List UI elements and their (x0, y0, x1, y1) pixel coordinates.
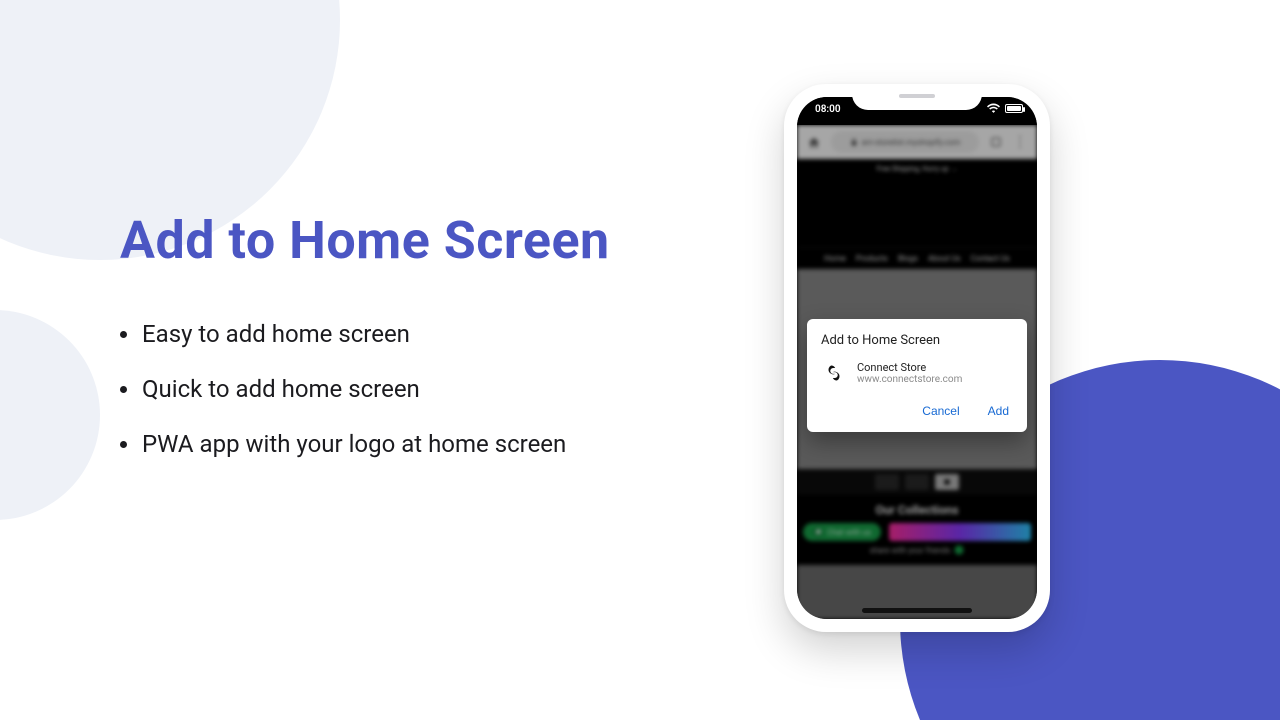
cancel-button[interactable]: Cancel (920, 400, 961, 422)
phone-screen: 08:00 am-storelist.myshopify.com (797, 97, 1037, 619)
wifi-icon (987, 103, 1000, 113)
marketing-copy: Add to Home Screen Easy to add home scre… (120, 210, 680, 485)
decorative-blob-mid-left (0, 310, 100, 520)
app-logo-icon (821, 360, 847, 386)
phone-mockup: 08:00 am-storelist.myshopify.com (784, 84, 1050, 632)
page-title: Add to Home Screen (120, 210, 680, 271)
feature-item: Easy to add home screen (120, 319, 680, 350)
status-icons (987, 103, 1023, 113)
app-url: www.connectstore.com (857, 374, 962, 385)
feature-item: Quick to add home screen (120, 374, 680, 405)
status-time: 08:00 (815, 104, 841, 115)
dialog-title: Add to Home Screen (821, 333, 1013, 348)
app-info-row: Connect Store www.connectstore.com (821, 360, 1013, 386)
feature-list: Easy to add home screen Quick to add hom… (120, 319, 680, 461)
add-to-home-dialog: Add to Home Screen Connect Store www.con… (807, 319, 1027, 432)
add-button[interactable]: Add (986, 400, 1011, 422)
home-indicator (862, 608, 972, 613)
dialog-actions: Cancel Add (821, 396, 1013, 424)
feature-item: PWA app with your logo at home screen (120, 429, 680, 460)
phone-notch (852, 84, 982, 110)
battery-icon (1005, 104, 1023, 113)
app-name: Connect Store (857, 361, 962, 374)
phone-speaker (899, 94, 935, 98)
